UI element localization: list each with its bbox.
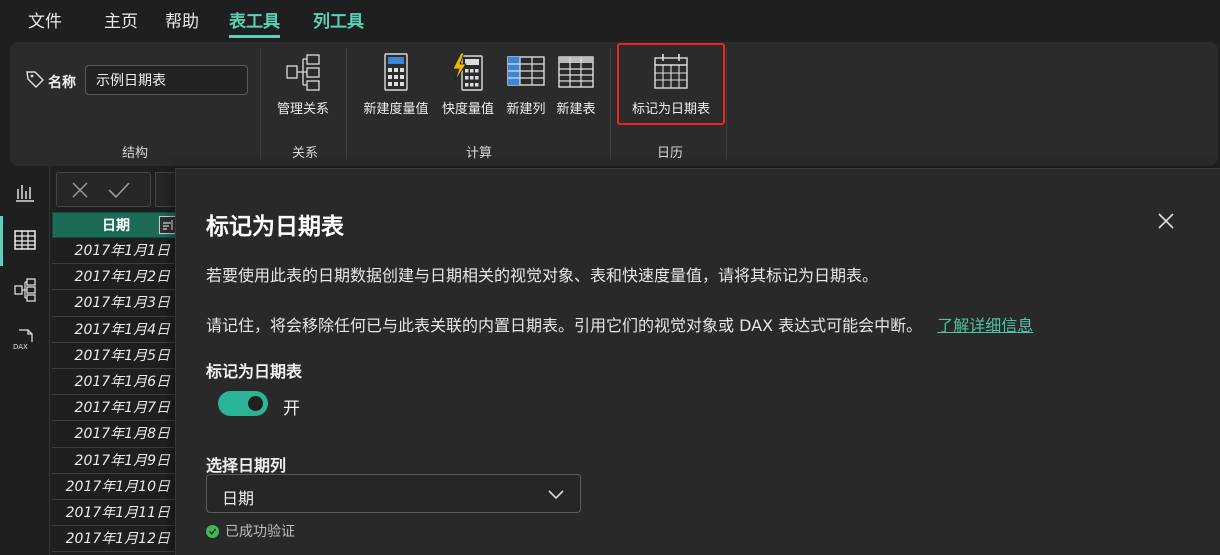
toggle-state-label: 开 [283, 399, 300, 419]
close-icon[interactable] [1156, 211, 1176, 231]
manage-relationships-button[interactable]: 管理关系 [272, 52, 334, 117]
new-measure-button[interactable]: 新建度量值 [357, 52, 435, 117]
table-row[interactable]: 2017年1月3日 [52, 290, 180, 317]
table-view-icon[interactable] [13, 228, 37, 252]
dialog-description: 若要使用此表的日期数据创建与日期相关的视觉对象、表和快速度量值，请将其标记为日期… [206, 266, 879, 285]
learn-more-link[interactable]: 了解详细信息 [937, 316, 1033, 335]
new-measure-label: 新建度量值 [363, 102, 429, 117]
dialog-warning-text: 请记住，将会移除任何已与此表关联的内置日期表。引用它们的视觉对象或 DAX 表达… [206, 316, 923, 335]
dialog-warning: 请记住，将会移除任何已与此表关联的内置日期表。引用它们的视觉对象或 DAX 表达… [206, 312, 1033, 336]
date-column-select[interactable]: 日期 [206, 474, 581, 513]
new-table-icon [558, 56, 594, 88]
commit-icon[interactable] [107, 181, 131, 199]
column-header-date[interactable]: 日期 [52, 212, 180, 238]
group-calculations-label: 计算 [465, 146, 492, 161]
toggle-knob [248, 396, 263, 411]
toggle-section-label: 标记为日期表 [206, 362, 303, 381]
new-table-button[interactable]: 新建表 [552, 52, 600, 117]
manage-relationships-icon [286, 54, 320, 91]
group-separator [346, 48, 347, 160]
table-row[interactable]: 2017年1月8日 [52, 421, 180, 448]
column-header-label: 日期 [102, 218, 130, 234]
ribbon: 名称 结构 管理关系 关系 [10, 42, 1218, 166]
validation-text: 已成功验证 [225, 524, 295, 540]
chevron-down-icon [548, 490, 564, 500]
report-view-icon[interactable] [13, 180, 37, 204]
table-row[interactable]: 2017年1月6日 [52, 369, 180, 396]
dialog-title: 标记为日期表 [206, 214, 344, 240]
table-row[interactable]: 2017年1月1日 [52, 238, 180, 265]
formula-commit-box [56, 172, 151, 207]
app-root: 文件 主页 帮助 表工具 列工具 名称 结构 管理关系 关系 [0, 0, 1220, 555]
table-name-input[interactable] [85, 65, 248, 95]
menu-home[interactable]: 主页 [104, 7, 138, 32]
group-separator [726, 48, 727, 160]
quick-measure-icon [452, 52, 483, 91]
menu-bar: 文件 主页 帮助 表工具 列工具 [0, 0, 1220, 38]
dax-query-view-icon[interactable]: DAX [13, 328, 37, 352]
group-structure-label: 结构 [121, 146, 148, 161]
table-row[interactable]: 2017年1月10日 [52, 474, 180, 500]
check-circle-icon [206, 524, 219, 538]
table-row[interactable]: 2017年1月9日 [52, 448, 180, 474]
cancel-icon[interactable] [71, 181, 89, 199]
table-row[interactable]: 2017年1月5日 [52, 343, 180, 369]
new-column-icon [507, 56, 545, 86]
menu-table-tools[interactable]: 表工具 [229, 7, 280, 38]
date-column-select-value: 日期 [222, 489, 255, 508]
group-relationships-label: 关系 [291, 146, 318, 161]
menu-file[interactable]: 文件 [28, 7, 62, 32]
nav-active-indicator [0, 216, 3, 266]
group-calendars-label: 日历 [656, 146, 683, 161]
data-table: 日期 2017年1月1日 2017年1月2日 2017年1月3日 2017年1月4日 2… [52, 212, 180, 553]
svg-text:DAX: DAX [13, 343, 28, 351]
mark-as-date-table-dialog: 标记为日期表 若要使用此表的日期数据创建与日期相关的视觉对象、表和快速度量值，请… [175, 168, 1220, 555]
group-separator [610, 48, 611, 160]
tag-icon [26, 71, 44, 88]
table-row[interactable]: 2017年1月4日 [52, 317, 180, 343]
calendar-icon [654, 54, 688, 89]
new-column-label: 新建列 [506, 102, 546, 117]
name-label: 名称 [48, 75, 76, 91]
mark-as-date-table-button[interactable]: 标记为日期表 [621, 52, 721, 117]
table-row[interactable]: 2017年1月2日 [52, 264, 180, 291]
left-nav: DAX [0, 166, 50, 555]
mark-as-date-table-label: 标记为日期表 [631, 102, 710, 117]
mark-as-date-table-toggle[interactable] [218, 391, 268, 416]
menu-column-tools[interactable]: 列工具 [313, 7, 364, 32]
select-date-column-label: 选择日期列 [206, 456, 287, 475]
new-table-label: 新建表 [556, 102, 596, 117]
model-view-icon[interactable] [13, 278, 37, 302]
table-row[interactable]: 2017年1月11日 [52, 500, 180, 527]
table-body: 2017年1月1日 2017年1月2日 2017年1月3日 2017年1月4日 2017… [52, 238, 180, 553]
quick-measure-label: 快度量值 [441, 102, 494, 117]
calculator-icon [384, 53, 408, 91]
new-column-button[interactable]: 新建列 [502, 52, 550, 117]
validation-status: 已成功验证 [206, 521, 295, 541]
group-separator [260, 48, 261, 160]
manage-relationships-label: 管理关系 [276, 102, 329, 117]
table-row[interactable]: 2017年1月7日 [52, 395, 180, 422]
table-row[interactable]: 2017年1月12日 [52, 526, 180, 553]
quick-measure-button[interactable]: 快度量值 [436, 52, 500, 117]
menu-help[interactable]: 帮助 [165, 7, 199, 32]
